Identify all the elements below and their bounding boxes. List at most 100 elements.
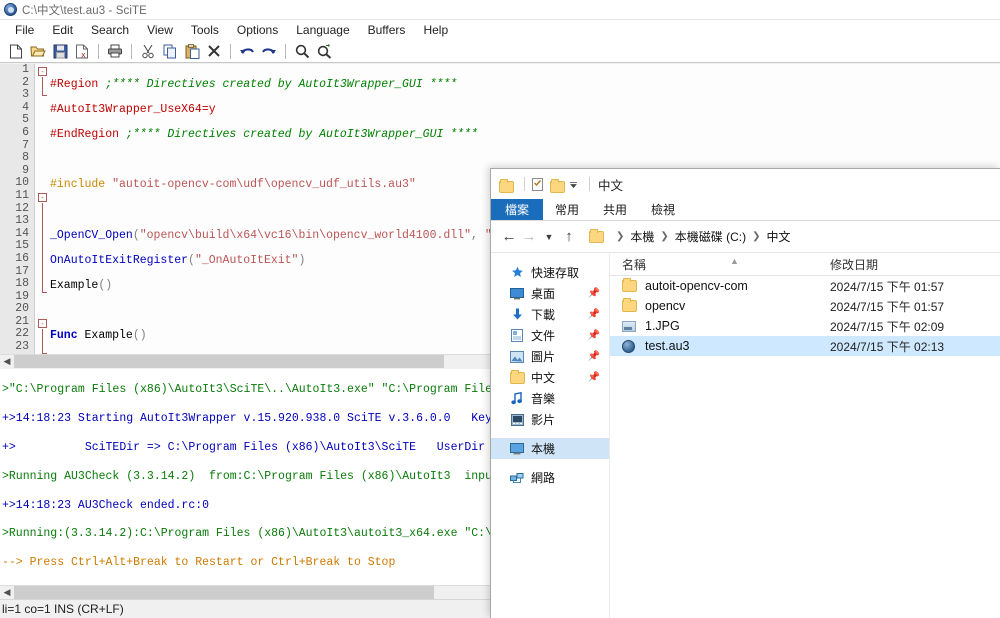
- breadcrumb-separator: ❯: [752, 231, 761, 242]
- new-icon[interactable]: [5, 41, 27, 61]
- sidebar-item-videos[interactable]: 影片: [491, 409, 609, 430]
- print-icon[interactable]: [104, 41, 126, 61]
- column-header-name[interactable]: 名稱: [610, 256, 830, 273]
- scroll-left-arrow[interactable]: ◀: [0, 587, 14, 598]
- sidebar-item-pictures[interactable]: 圖片 📌: [491, 346, 609, 367]
- toolbar-separator: [230, 43, 231, 59]
- file-name-cell[interactable]: autoit-opencv-com: [610, 278, 830, 293]
- sidebar-item-label: 網路: [531, 471, 556, 485]
- file-name-cell[interactable]: 1.JPG: [610, 319, 830, 333]
- sidebar-item-documents[interactable]: 文件 📌: [491, 325, 609, 346]
- recent-locations-icon[interactable]: ▼: [539, 232, 559, 242]
- sidebar-item-chinese-folder[interactable]: 中文 📌: [491, 367, 609, 388]
- undo-icon[interactable]: [236, 41, 258, 61]
- tab-file[interactable]: 檔案: [491, 199, 544, 220]
- back-icon[interactable]: ←: [499, 228, 519, 245]
- tab-share[interactable]: 共用: [591, 199, 639, 220]
- menu-options[interactable]: Options: [228, 21, 287, 39]
- autoit-icon: [4, 3, 17, 16]
- menu-edit[interactable]: Edit: [43, 21, 82, 39]
- forward-icon[interactable]: →: [519, 228, 539, 245]
- menu-tools[interactable]: Tools: [182, 21, 228, 39]
- menu-search[interactable]: Search: [82, 21, 138, 39]
- pin-icon[interactable]: 📌: [588, 288, 600, 299]
- save-icon[interactable]: [49, 41, 71, 61]
- breadcrumb[interactable]: ❯ 本機 ❯ 本機磁碟 (C:) ❯ 中文: [583, 228, 791, 245]
- pin-icon[interactable]: 📌: [588, 330, 600, 341]
- file-explorer-window[interactable]: 中文 檔案 常用 共用 檢視 ← → ▼ ↑ ❯ 本機 ❯ 本機磁碟 (C:) …: [490, 168, 1000, 618]
- address-bar[interactable]: ← → ▼ ↑ ❯ 本機 ❯ 本機磁碟 (C:) ❯ 中文: [491, 221, 1000, 253]
- divider: [524, 177, 525, 191]
- file-name-cell[interactable]: test.au3: [610, 339, 830, 353]
- menu-file[interactable]: File: [6, 21, 43, 39]
- up-icon[interactable]: ↑: [559, 228, 579, 245]
- table-row[interactable]: opencv 2024/7/15 下午 01:57: [610, 296, 1000, 316]
- sidebar-item-label: 下載: [531, 308, 556, 322]
- breadcrumb-item-current[interactable]: 中文: [767, 228, 791, 245]
- replace-icon[interactable]: [313, 41, 335, 61]
- open-icon[interactable]: [27, 41, 49, 61]
- star-icon: [509, 266, 525, 280]
- file-name-label: autoit-opencv-com: [645, 279, 748, 293]
- line-number: 16: [15, 251, 29, 265]
- folder-icon: [622, 298, 638, 313]
- tab-view[interactable]: 檢視: [639, 199, 687, 220]
- sidebar-item-quick-access[interactable]: 快速存取: [491, 262, 609, 283]
- close-file-icon[interactable]: x: [71, 41, 93, 61]
- paste-icon[interactable]: [181, 41, 203, 61]
- fold-toggle-example[interactable]: -: [38, 193, 47, 202]
- sidebar-item-downloads[interactable]: 下載 📌: [491, 304, 609, 325]
- ribbon-tab-bar: 檔案 常用 共用 檢視: [491, 199, 1000, 221]
- line-number: 13: [15, 214, 29, 228]
- fold-toggle-region[interactable]: -: [38, 67, 47, 76]
- videos-icon: [509, 413, 525, 427]
- column-header-date[interactable]: 修改日期: [830, 256, 1000, 273]
- menu-language[interactable]: Language: [287, 21, 358, 39]
- line-number: 11: [15, 188, 29, 202]
- downloads-icon: [509, 308, 525, 322]
- find-icon[interactable]: [291, 41, 313, 61]
- sidebar-item-this-pc[interactable]: 本機: [491, 438, 609, 459]
- table-row[interactable]: test.au3 2024/7/15 下午 02:13: [610, 336, 1000, 356]
- menu-buffers[interactable]: Buffers: [359, 21, 415, 39]
- table-row[interactable]: 1.JPG 2024/7/15 下午 02:09: [610, 316, 1000, 336]
- tool-bar: x: [0, 40, 1000, 63]
- scroll-thumb[interactable]: [14, 586, 434, 599]
- sidebar-item-music[interactable]: 音樂: [491, 388, 609, 409]
- file-date-cell: 2024/7/15 下午 01:57: [830, 279, 945, 294]
- sidebar-item-network[interactable]: 網路: [491, 467, 609, 488]
- navigation-pane[interactable]: 快速存取 桌面 📌 下載 📌 文件 📌 圖片 📌 中文 📌 音樂 影片 本機 網…: [491, 254, 610, 618]
- caret-position-label: li=1 co=1 INS (CR+LF): [2, 602, 124, 616]
- cut-icon[interactable]: [137, 41, 159, 61]
- fold-margin[interactable]: - - -: [36, 64, 50, 354]
- table-row[interactable]: autoit-opencv-com 2024/7/15 下午 01:57: [610, 276, 1000, 296]
- pin-icon[interactable]: 📌: [588, 309, 600, 320]
- scroll-left-arrow[interactable]: ◀: [0, 356, 14, 367]
- breadcrumb-item-local-disk[interactable]: 本機磁碟 (C:): [675, 228, 746, 245]
- fold-toggle-onexit[interactable]: -: [38, 319, 47, 328]
- tab-home[interactable]: 常用: [543, 199, 591, 220]
- copy-icon[interactable]: [159, 41, 181, 61]
- svg-text:x: x: [81, 50, 86, 59]
- sidebar-item-desktop[interactable]: 桌面 📌: [491, 283, 609, 304]
- customize-dropdown-icon[interactable]: [569, 178, 579, 191]
- folder-icon: [589, 228, 604, 243]
- breadcrumb-item-this-pc[interactable]: 本機: [630, 228, 654, 245]
- new-folder-icon[interactable]: [550, 178, 565, 193]
- breadcrumb-separator: ❯: [660, 231, 669, 242]
- menu-view[interactable]: View: [138, 21, 182, 39]
- pin-icon[interactable]: 📌: [588, 372, 600, 383]
- menu-help[interactable]: Help: [414, 21, 457, 39]
- code-line: #EndRegion ;**** Directives created by A…: [50, 127, 478, 141]
- scroll-thumb[interactable]: [14, 355, 444, 368]
- redo-icon[interactable]: [258, 41, 280, 61]
- pin-icon[interactable]: 📌: [588, 351, 600, 362]
- divider: [589, 177, 590, 191]
- code-line: #AutoIt3Wrapper_UseX64=y: [50, 102, 216, 116]
- delete-icon[interactable]: [203, 41, 225, 61]
- file-name-cell[interactable]: opencv: [610, 298, 830, 313]
- file-list-pane[interactable]: 名稱 ▲ 修改日期 autoit-opencv-com 2024/7/15 下午…: [610, 254, 1000, 618]
- properties-icon[interactable]: [531, 177, 546, 191]
